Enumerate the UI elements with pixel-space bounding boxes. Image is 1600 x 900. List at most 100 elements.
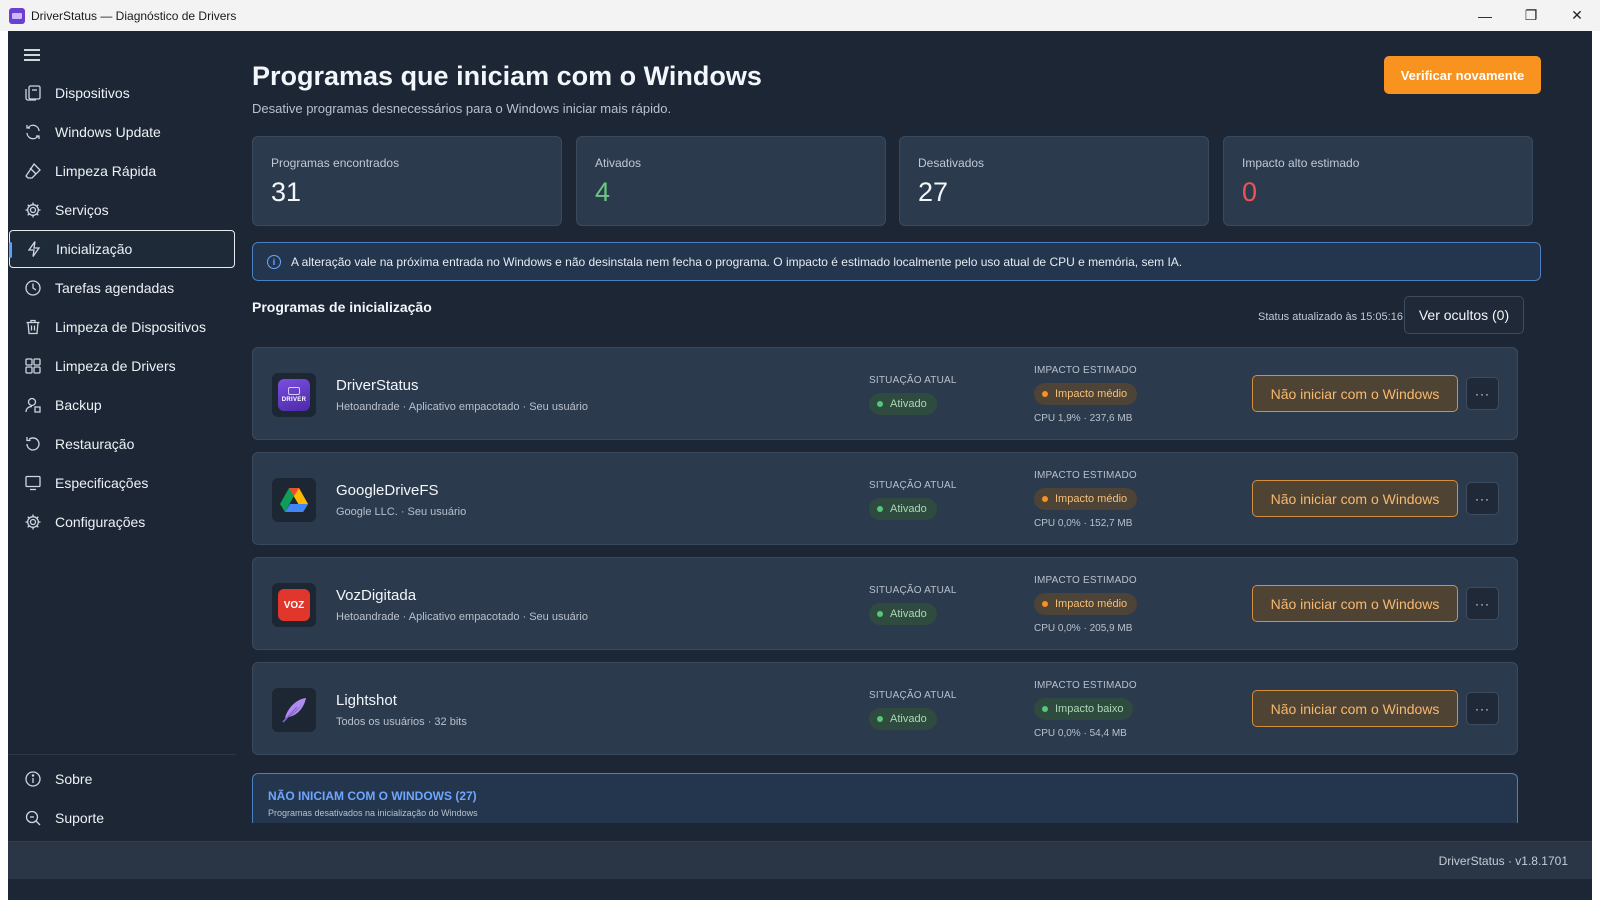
section-title: Programas de inicialização	[252, 299, 432, 315]
program-row-googledrivefs: GoogleDriveFS Google LLC. · Seu usuário …	[252, 452, 1518, 545]
sidebar-item-label: Inicialização	[56, 241, 133, 257]
status-badge: Ativado	[869, 603, 937, 625]
sidebar-item-sobre[interactable]: Sobre	[9, 760, 235, 798]
more-options-button[interactable]: ···	[1466, 587, 1499, 620]
sidebar-item-label: Backup	[55, 397, 102, 413]
sidebar-item-label: Suporte	[55, 810, 105, 826]
sidebar-item-configuracoes[interactable]: Configurações	[9, 503, 235, 541]
sidebar-item-limpeza-rapida[interactable]: Limpeza Rápida	[9, 152, 235, 190]
support-icon	[23, 808, 43, 828]
sidebar-item-restauracao[interactable]: Restauração	[9, 425, 235, 463]
sidebar-item-suporte[interactable]: Suporte	[9, 799, 235, 837]
impact-label: IMPACTO ESTIMADO	[1034, 365, 1137, 376]
gear-icon	[23, 200, 43, 220]
stat-label: Impacto alto estimado	[1242, 156, 1360, 170]
show-hidden-button[interactable]: Ver ocultos (0)	[1404, 296, 1524, 334]
window-controls: — ❐ ✕	[1462, 0, 1600, 31]
devices-icon	[23, 83, 43, 103]
disabled-section-title: NÃO INICIAM COM O WINDOWS (27)	[268, 789, 477, 803]
maximize-button[interactable]: ❐	[1508, 0, 1554, 31]
restore-icon	[23, 434, 43, 454]
program-meta: Hetoandrade · Aplicativo empacotado · Se…	[336, 611, 588, 623]
info-icon	[23, 769, 43, 789]
sidebar-item-label: Sobre	[55, 771, 93, 787]
disable-startup-button[interactable]: Não iniciar com o Windows	[1252, 375, 1458, 412]
main-content: Programas que iniciam com o Windows Desa…	[252, 31, 1592, 841]
lightning-icon	[24, 239, 44, 259]
sidebar-item-label: Limpeza de Drivers	[55, 358, 176, 374]
more-options-button[interactable]: ···	[1466, 482, 1499, 515]
sidebar-item-label: Limpeza de Dispositivos	[55, 319, 206, 335]
sidebar-item-label: Tarefas agendadas	[55, 280, 175, 296]
stat-label: Programas encontrados	[271, 156, 400, 170]
stat-value: 31	[271, 177, 302, 207]
close-button[interactable]: ✕	[1554, 0, 1600, 31]
info-banner: i A alteração vale na próxima entrada no…	[252, 242, 1541, 281]
page-subtitle: Desative programas desnecessários para o…	[252, 101, 672, 116]
status-badge: Ativado	[869, 393, 937, 415]
situation-label: SITUAÇÃO ATUAL	[869, 690, 957, 701]
sidebar-item-label: Windows Update	[55, 124, 161, 140]
sidebar-item-inicializacao[interactable]: Inicialização	[9, 230, 235, 268]
info-text: A alteração vale na próxima entrada no W…	[291, 254, 1183, 269]
refresh-button[interactable]: Verificar novamente	[1384, 56, 1541, 94]
sidebar-item-windows-update[interactable]: Windows Update	[9, 113, 235, 151]
sidebar-item-label: Limpeza Rápida	[55, 163, 157, 179]
backup-icon	[23, 395, 43, 415]
vozdigitada-logo-icon: VOZ	[272, 583, 316, 627]
resource-usage: CPU 1,9% · 237,6 MB	[1034, 413, 1133, 424]
program-row-lightshot: Lightshot Todos os usuários · 32 bits SI…	[252, 662, 1518, 755]
situation-label: SITUAÇÃO ATUAL	[869, 375, 957, 386]
stat-card-enabled: Ativados 4	[576, 136, 886, 226]
sidebar-item-backup[interactable]: Backup	[9, 386, 235, 424]
impact-badge: Impacto médio	[1034, 488, 1138, 510]
status-badge: Ativado	[869, 498, 937, 520]
disable-startup-button[interactable]: Não iniciar com o Windows	[1252, 585, 1458, 622]
impact-label: IMPACTO ESTIMADO	[1034, 470, 1137, 481]
sidebar-item-label: Restauração	[55, 436, 135, 452]
grid-icon	[23, 356, 43, 376]
program-row-vozdigitada: VOZ VozDigitada Hetoandrade · Aplicativo…	[252, 557, 1518, 650]
disable-startup-button[interactable]: Não iniciar com o Windows	[1252, 480, 1458, 517]
trash-icon	[23, 317, 43, 337]
more-options-button[interactable]: ···	[1466, 692, 1499, 725]
eraser-icon	[23, 161, 43, 181]
disabled-section-subtitle: Programas desativados na inicialização d…	[268, 808, 478, 818]
disabled-programs-section[interactable]: NÃO INICIAM COM O WINDOWS (27) Programas…	[252, 773, 1518, 823]
program-name: VozDigitada	[336, 587, 417, 604]
sidebar-item-servicos[interactable]: Serviços	[9, 191, 235, 229]
sidebar-item-tarefas-agendadas[interactable]: Tarefas agendadas	[9, 269, 235, 307]
hamburger-menu-icon[interactable]	[24, 49, 40, 61]
stat-card-high-impact: Impacto alto estimado 0	[1223, 136, 1533, 226]
resource-usage: CPU 0,0% · 152,7 MB	[1034, 518, 1133, 529]
sidebar-item-label: Dispositivos	[55, 85, 130, 101]
sidebar-item-limpeza-de-dispositivos[interactable]: Limpeza de Dispositivos	[9, 308, 235, 346]
sidebar-item-label: Serviços	[55, 202, 109, 218]
status-timestamp: Status atualizado às 15:05:16	[1258, 311, 1403, 323]
disable-startup-button[interactable]: Não iniciar com o Windows	[1252, 690, 1458, 727]
sidebar-item-especificacoes[interactable]: Especificações	[9, 464, 235, 502]
app-frame: Dispositivos Windows Update Limpeza Rápi…	[8, 31, 1592, 900]
refresh-icon	[23, 122, 43, 142]
stat-label: Ativados	[595, 156, 642, 170]
stat-value: 27	[918, 177, 949, 207]
situation-label: SITUAÇÃO ATUAL	[869, 480, 957, 491]
program-row-driverstatus: DRIVER DriverStatus Hetoandrade · Aplica…	[252, 347, 1518, 440]
status-bar: DriverStatus · v1.8.1701	[8, 841, 1592, 879]
program-meta: Google LLC. · Seu usuário	[336, 506, 467, 518]
sidebar-item-dispositivos[interactable]: Dispositivos	[9, 74, 235, 112]
situation-label: SITUAÇÃO ATUAL	[869, 585, 957, 596]
impact-badge: Impacto baixo	[1034, 698, 1134, 720]
program-name: Lightshot	[336, 692, 397, 709]
logo-text: VOZ	[283, 599, 305, 611]
program-name: DriverStatus	[336, 377, 419, 394]
lightshot-feather-icon	[272, 688, 316, 732]
impact-badge: Impacto médio	[1034, 383, 1138, 405]
minimize-button[interactable]: —	[1462, 0, 1508, 31]
resource-usage: CPU 0,0% · 54,4 MB	[1034, 728, 1127, 739]
more-options-button[interactable]: ···	[1466, 377, 1499, 410]
title-bar: DriverStatus — Diagnóstico de Drivers — …	[0, 0, 1600, 31]
sidebar-item-label: Configurações	[55, 514, 146, 530]
impact-badge: Impacto médio	[1034, 593, 1138, 615]
sidebar-item-limpeza-de-drivers[interactable]: Limpeza de Drivers	[9, 347, 235, 385]
